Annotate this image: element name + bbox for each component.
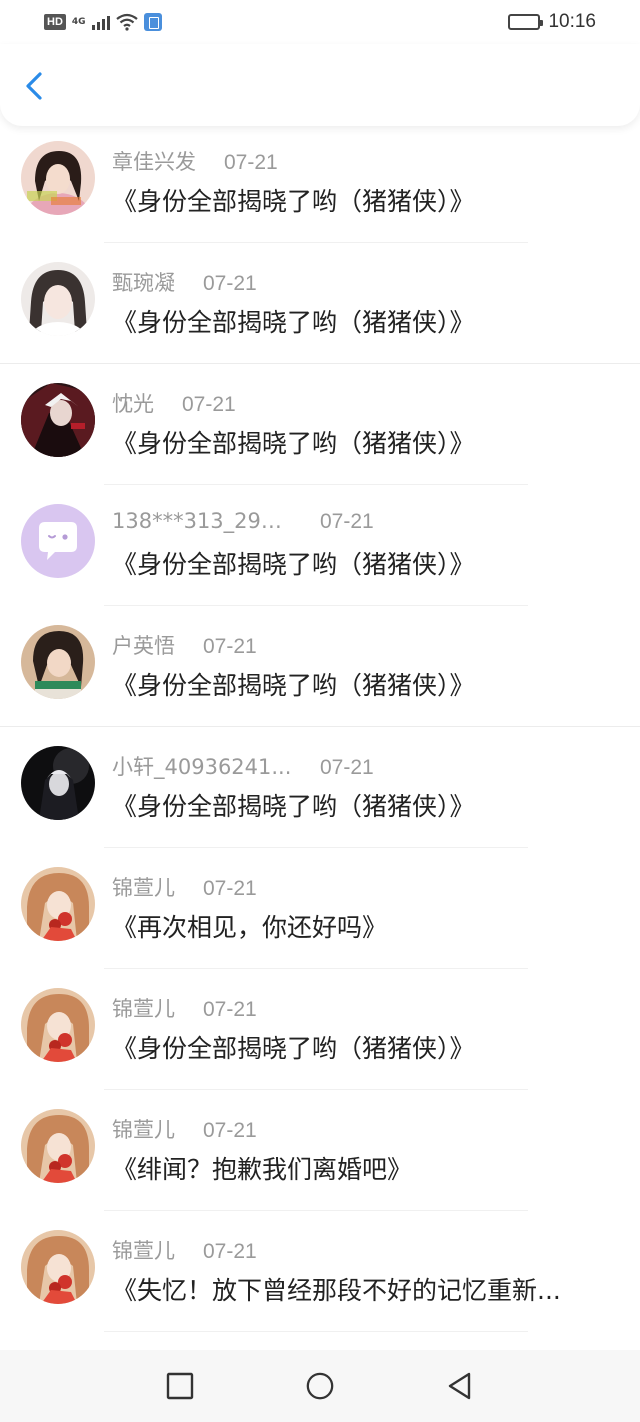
avatar[interactable] [21, 625, 95, 699]
author-name: 章佳兴发 [112, 150, 196, 174]
item-meta: 户英悟 07-21 [112, 630, 257, 660]
item-title: 《身份全部揭晓了哟（猪猪侠）》 [112, 429, 475, 458]
wifi-icon [115, 13, 138, 31]
author-name: 锦萱儿 [112, 876, 175, 900]
item-title: 《身份全部揭晓了哟（猪猪侠）》 [112, 792, 475, 821]
system-nav-bar [0, 1350, 640, 1422]
list-item[interactable]: 章佳兴发 07-21 《身份全部揭晓了哟（猪猪侠）》 [0, 122, 640, 243]
list-item[interactable]: 锦萱儿 07-21 《身份全部揭晓了哟（猪猪侠）》 [0, 969, 640, 1090]
item-title: 《失忆！放下曾经那段不好的记忆重新... [112, 1276, 561, 1305]
post-date: 07-21 [203, 635, 257, 658]
avatar[interactable] [21, 141, 95, 215]
item-title: 《身份全部揭晓了哟（猪猪侠）》 [112, 308, 475, 337]
avatar[interactable] [21, 262, 95, 336]
list-item[interactable]: 138***313_290... 07-21 《身份全部揭晓了哟（猪猪侠）》 [0, 485, 640, 606]
item-title: 《身份全部揭晓了哟（猪猪侠）》 [112, 187, 475, 216]
system-back-button[interactable] [445, 1371, 475, 1401]
avatar[interactable] [21, 383, 95, 457]
signal-icon [91, 14, 110, 30]
item-meta: 锦萱儿 07-21 [112, 1114, 257, 1144]
avatar[interactable] [21, 867, 95, 941]
network-type-label: 4G [71, 16, 86, 27]
item-title: 《身份全部揭晓了哟（猪猪侠）》 [112, 550, 475, 579]
sim-card-icon [143, 13, 162, 31]
author-name: 锦萱儿 [112, 1239, 175, 1263]
status-left: HD 4G [44, 13, 162, 31]
author-name: 甄琬凝 [112, 271, 175, 295]
post-date: 07-21 [203, 1119, 257, 1142]
author-name: 锦萱儿 [112, 997, 175, 1021]
status-right: 10:16 [508, 11, 596, 33]
post-date: 07-21 [182, 393, 236, 416]
item-meta: 138***313_290... 07-21 [112, 509, 374, 534]
list-item[interactable]: 锦萱儿 07-21 《失忆！放下曾经那段不好的记忆重新... [0, 1211, 640, 1332]
item-meta: 小轩_40936241... 07-21 [112, 751, 374, 781]
avatar[interactable] [21, 988, 95, 1062]
post-date: 07-21 [320, 756, 374, 779]
item-title: 《身份全部揭晓了哟（猪猪侠）》 [112, 1034, 475, 1063]
clock: 10:16 [548, 11, 596, 32]
item-meta: 锦萱儿 07-21 [112, 1235, 257, 1265]
circle-icon [306, 1372, 334, 1400]
post-date: 07-21 [320, 510, 374, 533]
square-icon [166, 1372, 194, 1400]
author-name: 忱光 [112, 392, 154, 416]
item-title: 《再次相见，你还好吗》 [112, 913, 388, 942]
item-meta: 锦萱儿 07-21 [112, 993, 257, 1023]
triangle-back-icon [448, 1372, 471, 1400]
hd-badge: HD [44, 14, 66, 30]
top-nav [0, 44, 640, 126]
list-item[interactable]: 户英悟 07-21 《身份全部揭晓了哟（猪猪侠）》 [0, 606, 640, 727]
item-title: 《身份全部揭晓了哟（猪猪侠）》 [112, 671, 475, 700]
network-type: 4G [71, 16, 86, 27]
item-meta: 甄琬凝 07-21 [112, 267, 257, 297]
chevron-left-icon [26, 72, 42, 100]
post-date: 07-21 [203, 272, 257, 295]
home-button[interactable] [305, 1371, 335, 1401]
post-date: 07-21 [203, 877, 257, 900]
item-meta: 章佳兴发 07-21 [112, 146, 278, 176]
avatar[interactable] [21, 1230, 95, 1304]
author-name: 小轩_40936241... [112, 755, 292, 779]
status-bar: HD 4G 10:16 [0, 0, 640, 44]
list-item[interactable]: 小轩_40936241... 07-21 《身份全部揭晓了哟（猪猪侠）》 [0, 727, 640, 848]
post-date: 07-21 [203, 998, 257, 1021]
list-item[interactable]: 忱光 07-21 《身份全部揭晓了哟（猪猪侠）》 [0, 364, 640, 485]
list-item[interactable]: 甄琬凝 07-21 《身份全部揭晓了哟（猪猪侠）》 [0, 243, 640, 364]
author-name: 138***313_290... [112, 509, 292, 533]
message-list: 章佳兴发 07-21 《身份全部揭晓了哟（猪猪侠）》 甄琬凝 07-21 《身份… [0, 122, 640, 1332]
battery-icon [508, 14, 544, 30]
avatar[interactable] [21, 1109, 95, 1183]
author-name: 锦萱儿 [112, 1118, 175, 1142]
list-item[interactable]: 锦萱儿 07-21 《绯闻？抱歉我们离婚吧》 [0, 1090, 640, 1211]
item-meta: 忱光 07-21 [112, 388, 236, 418]
post-date: 07-21 [224, 151, 278, 174]
back-button[interactable] [18, 66, 54, 106]
screen: HD 4G 10:16 章佳兴发 07-21 《身份全部揭晓了哟（猪猪侠）》 甄… [0, 0, 640, 1422]
avatar[interactable] [21, 746, 95, 820]
author-name: 户英悟 [112, 634, 175, 658]
item-title: 《绯闻？抱歉我们离婚吧》 [112, 1155, 413, 1184]
post-date: 07-21 [203, 1240, 257, 1263]
recent-apps-button[interactable] [165, 1371, 195, 1401]
item-meta: 锦萱儿 07-21 [112, 872, 257, 902]
avatar[interactable] [21, 504, 95, 578]
list-item[interactable]: 锦萱儿 07-21 《再次相见，你还好吗》 [0, 848, 640, 969]
